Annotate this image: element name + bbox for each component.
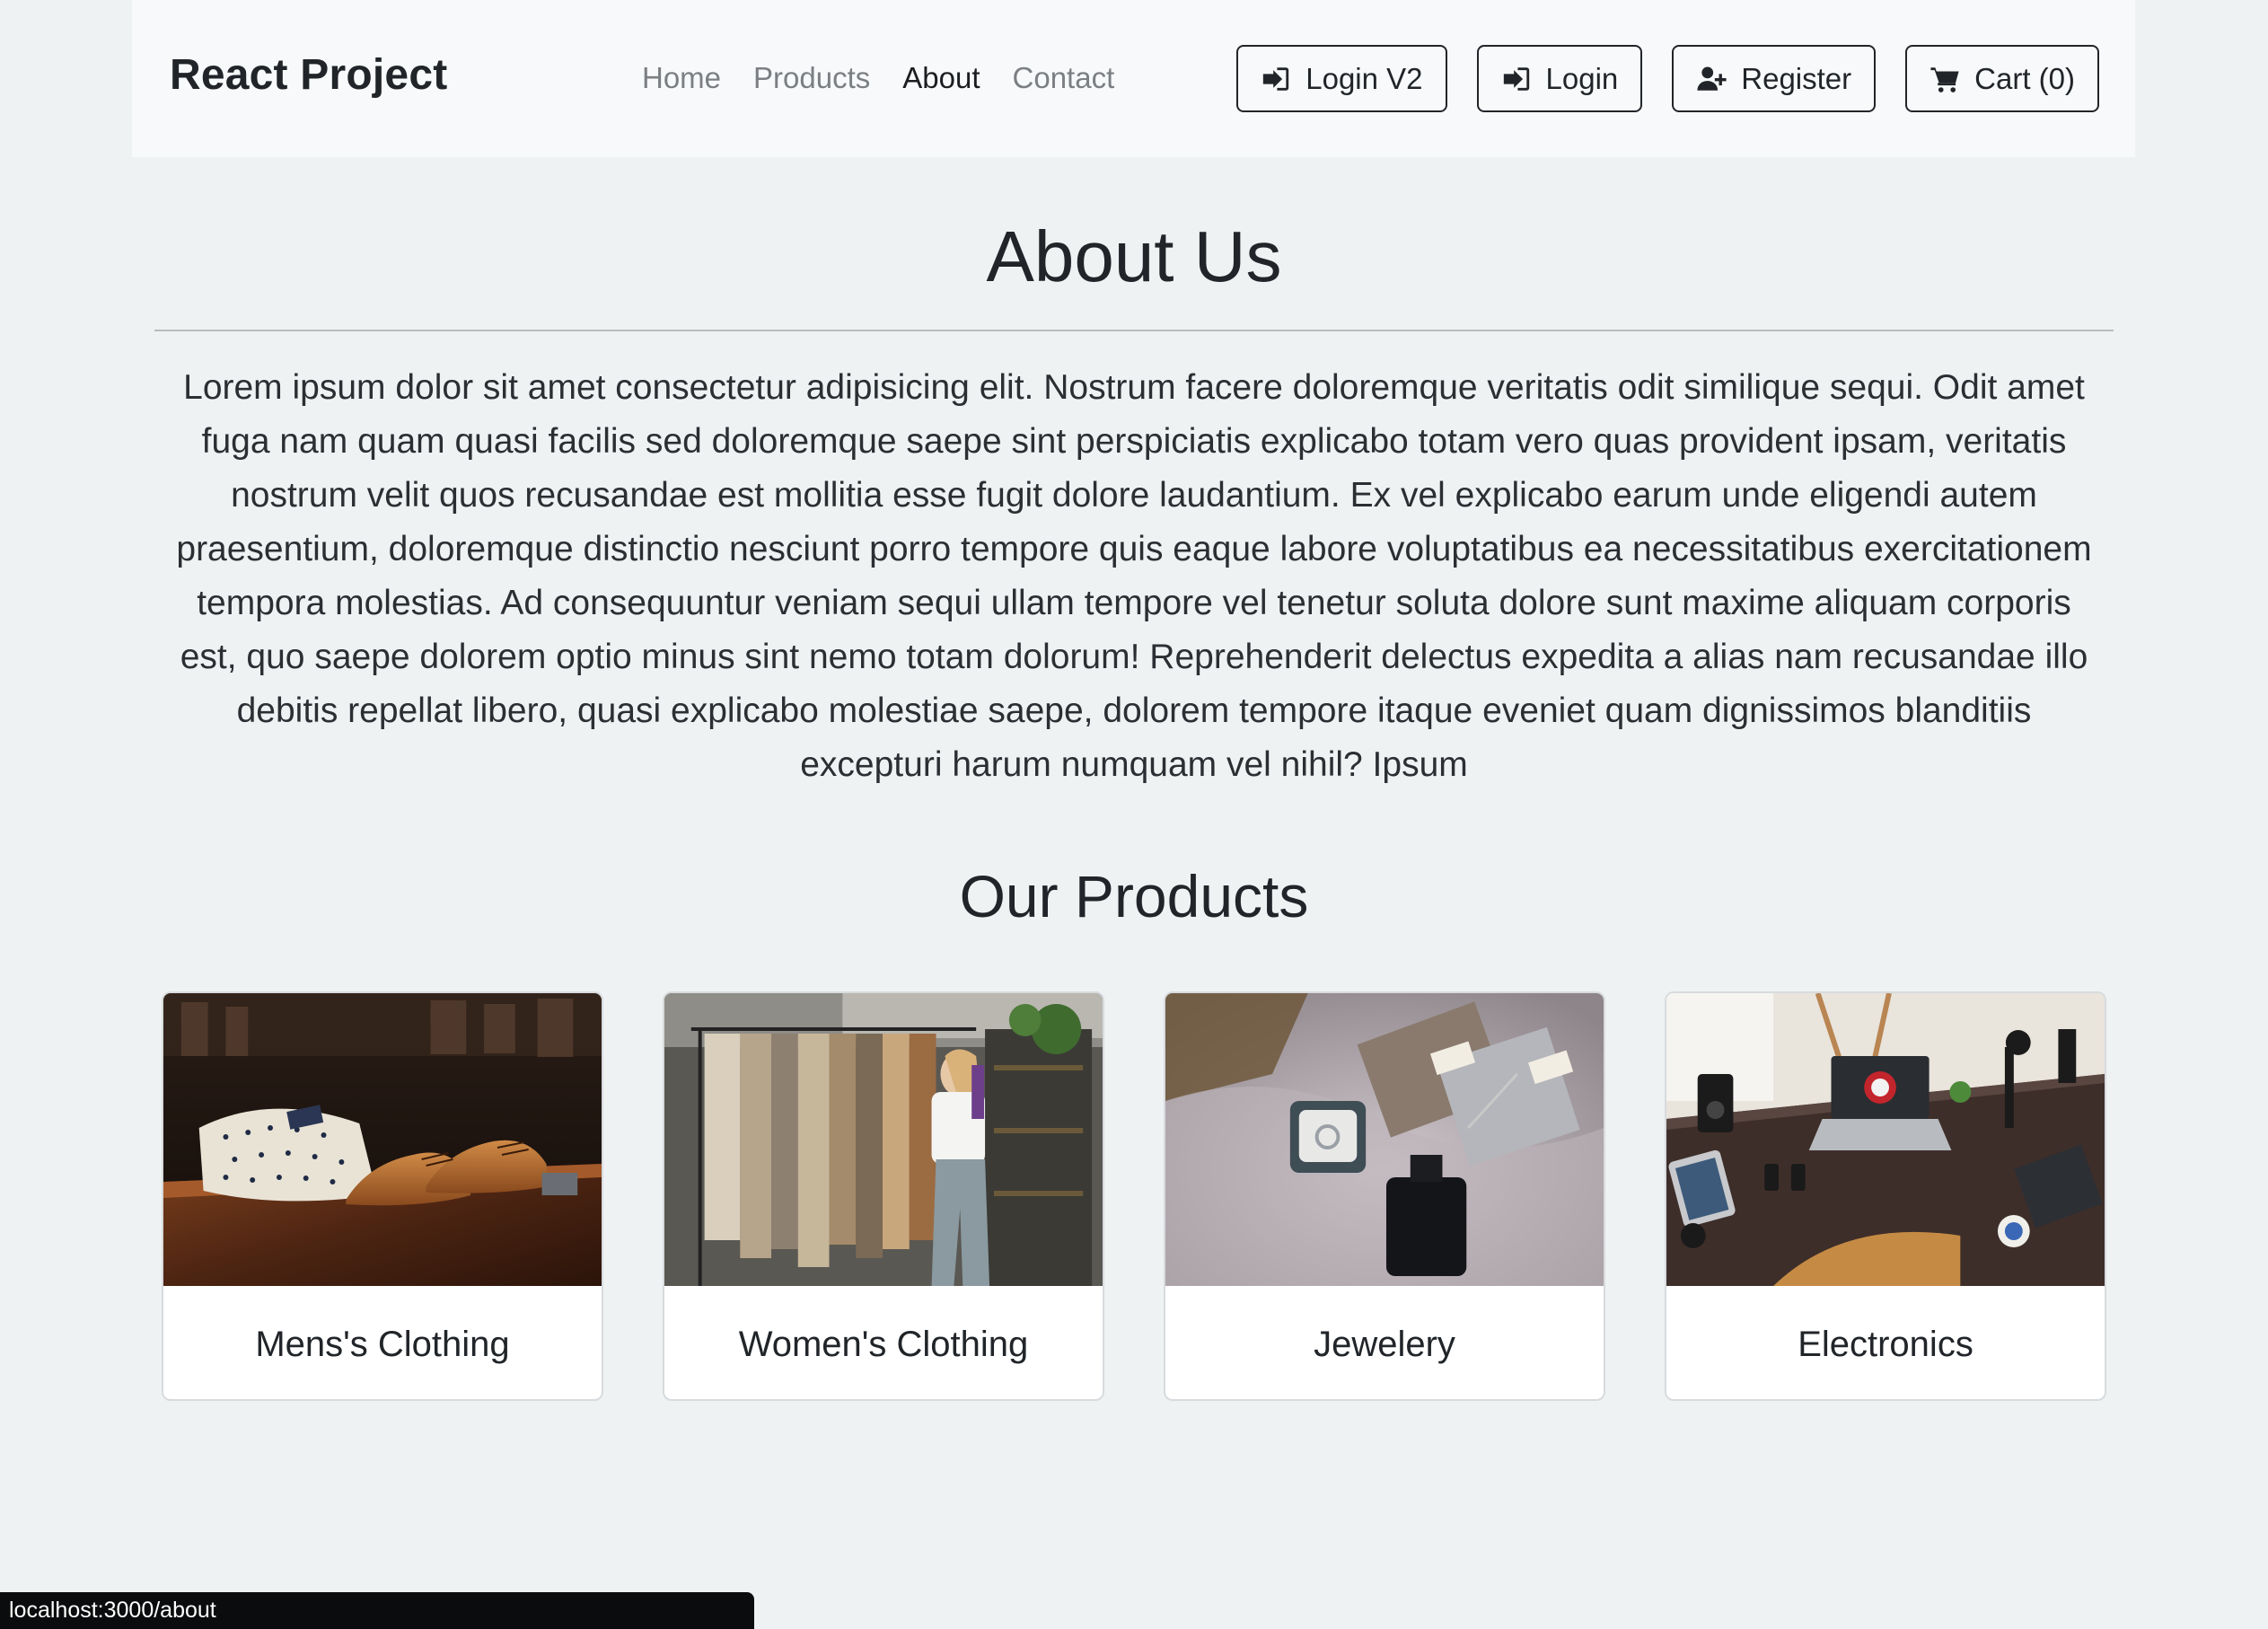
cart-button[interactable]: Cart (0) <box>1905 45 2099 112</box>
product-card-label: Electronics <box>1798 1324 1974 1364</box>
register-label: Register <box>1741 61 1852 95</box>
womens-clothing-photo <box>664 993 1103 1286</box>
login-button[interactable]: Login <box>1476 45 1643 112</box>
nav-link-contact[interactable]: Contact <box>1013 61 1115 95</box>
login-v2-label: Login V2 <box>1305 61 1423 95</box>
cart-label: Cart (0) <box>1974 61 2075 95</box>
product-card-mens-clothing[interactable]: Mens's Clothing <box>162 991 603 1401</box>
login-v2-button[interactable]: Login V2 <box>1236 45 1447 112</box>
products-title: Our Products <box>959 863 1309 929</box>
divider <box>154 330 2114 331</box>
product-card-label: Mens's Clothing <box>255 1324 510 1364</box>
page: React Project Home Products About Contac… <box>0 0 2268 1629</box>
electronics-photo <box>1666 993 2105 1286</box>
nav-actions: Login V2 Login Register Cart (0) <box>1236 45 2099 112</box>
product-card-label: Women's Clothing <box>738 1324 1029 1364</box>
mens-clothing-photo <box>163 993 602 1286</box>
product-cards: Mens's Clothing Women's Clothing Jeweler… <box>162 991 2107 1401</box>
sign-in-icon <box>1261 64 1291 94</box>
about-title: About Us <box>986 216 1282 296</box>
product-card-label: Jewelery <box>1314 1324 1455 1364</box>
brand-logo[interactable]: React Project <box>170 50 447 100</box>
product-card-womens-clothing[interactable]: Women's Clothing <box>663 991 1104 1401</box>
product-card-jewelery[interactable]: Jewelery <box>1164 991 1605 1401</box>
nav-link-about[interactable]: About <box>902 61 980 95</box>
register-button[interactable]: Register <box>1672 45 1877 112</box>
nav-link-products[interactable]: Products <box>753 61 870 95</box>
cart-icon <box>1930 64 1960 94</box>
navbar: React Project Home Products About Contac… <box>132 0 2135 157</box>
product-card-electronics[interactable]: Electronics <box>1665 991 2106 1401</box>
sign-in-icon <box>1501 64 1532 94</box>
login-label: Login <box>1545 61 1619 95</box>
nav-link-home[interactable]: Home <box>642 61 721 95</box>
user-plus-icon <box>1696 64 1727 94</box>
about-body: Lorem ipsum dolor sit amet consectetur a… <box>176 368 2092 784</box>
nav-links: Home Products About Contact <box>642 61 1147 95</box>
jewelery-photo <box>1165 993 1604 1286</box>
browser-status-bar: localhost:3000/about <box>0 1592 754 1629</box>
